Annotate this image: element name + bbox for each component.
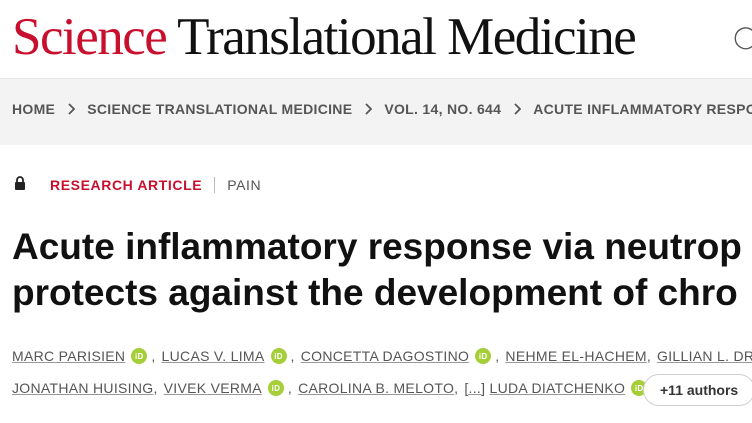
author-list-line-2: JONATHAN HUISING, VIVEK VERMA iD, CAROLI… xyxy=(12,380,651,396)
chevron-right-icon xyxy=(364,103,373,115)
breadcrumb: HOME SCIENCE TRANSLATIONAL MEDICINE VOL.… xyxy=(12,101,752,117)
author-name[interactable]: JONATHAN HUISING xyxy=(12,380,153,396)
orcid-icon[interactable]: iD xyxy=(270,348,287,364)
article-type-label[interactable]: RESEARCH ARTICLE xyxy=(50,177,202,193)
author-name[interactable]: NEHME EL-HACHEM xyxy=(505,348,646,364)
logo-translational-medicine: Translational Medicine xyxy=(166,8,637,66)
breadcrumb-home[interactable]: HOME xyxy=(12,101,55,117)
chevron-right-icon xyxy=(67,103,76,115)
subject-label[interactable]: PAIN xyxy=(227,177,261,193)
breadcrumb-current: ACUTE INFLAMMATORY RESPO xyxy=(533,101,752,117)
more-authors-button[interactable]: +11 authors xyxy=(643,374,752,406)
orcid-icon[interactable]: iD xyxy=(475,348,492,364)
chevron-right-icon xyxy=(513,103,522,115)
orcid-icon[interactable]: iD xyxy=(131,348,148,364)
author-name[interactable]: CAROLINA B. MELOTO xyxy=(298,380,454,396)
tag-divider xyxy=(214,176,216,193)
logo-science: Science xyxy=(12,8,168,66)
header-menu-icon[interactable]: ◯ xyxy=(733,24,752,50)
breadcrumb-journal[interactable]: SCIENCE TRANSLATIONAL MEDICINE xyxy=(87,101,352,117)
breadcrumb-issue[interactable]: VOL. 14, NO. 644 xyxy=(384,101,501,117)
author-name[interactable]: VIVEK VERMA xyxy=(164,380,262,396)
article-tagline: RESEARCH ARTICLE PAIN xyxy=(14,176,261,193)
article-title-line-2: protects against the development of chro xyxy=(12,272,738,313)
article-title: Acute inflammatory response via neutrop … xyxy=(12,224,752,316)
author-name[interactable]: GILLIAN L. DRURY xyxy=(657,348,752,364)
author-list-line-1: MARC PARISIEN iD, LUCAS V. LIMA iD, CONC… xyxy=(12,348,752,364)
masthead: Science Translational Medicine ◯ xyxy=(0,0,752,79)
journal-logo[interactable]: Science Translational Medicine xyxy=(12,6,637,68)
author-name[interactable]: MARC PARISIEN xyxy=(12,348,125,364)
breadcrumb-bar: HOME SCIENCE TRANSLATIONAL MEDICINE VOL.… xyxy=(0,79,752,145)
lock-icon xyxy=(14,176,26,193)
author-name[interactable]: CONCETTA DAGOSTINO xyxy=(301,348,470,364)
article-title-line-1: Acute inflammatory response via neutrop xyxy=(12,226,742,267)
author-name[interactable]: LUCAS V. LIMA xyxy=(162,348,265,364)
authors-ellipsis[interactable]: [...] xyxy=(464,380,485,396)
author-name[interactable]: LUDA DIATCHENKO xyxy=(490,380,626,396)
orcid-icon[interactable]: iD xyxy=(267,380,284,396)
